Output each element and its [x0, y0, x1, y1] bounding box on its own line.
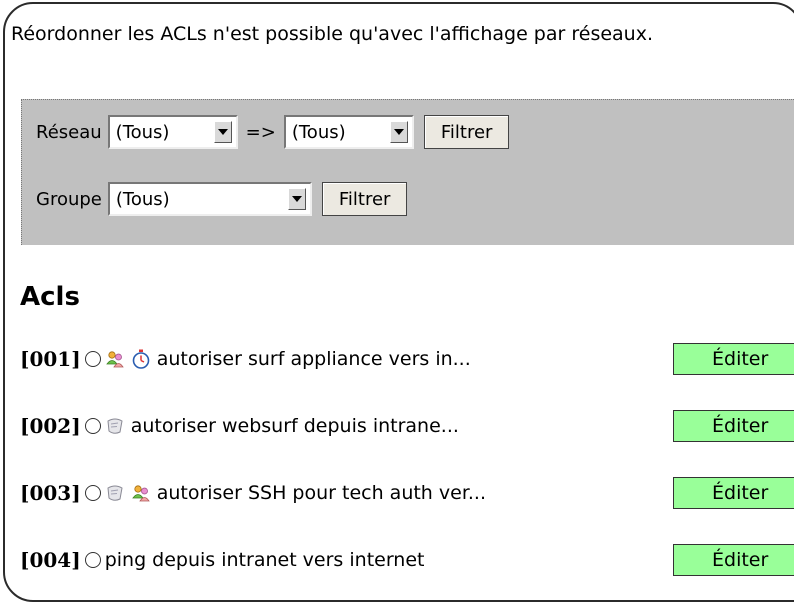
chevron-down-icon[interactable]	[287, 188, 306, 210]
acl-select-radio[interactable]	[84, 418, 101, 434]
reorder-info-text: Réordonner les ACLs n'est possible qu'av…	[11, 23, 654, 45]
clock-icon	[131, 349, 151, 369]
acl-number: [002]	[20, 414, 81, 438]
network-filter-button[interactable]: Filtrer	[423, 115, 510, 149]
arrow-separator: =>	[245, 121, 276, 143]
acl-row: [003] autoriser SSH pour tech auth ver...	[20, 476, 486, 510]
acl-number: [003]	[20, 481, 81, 505]
edit-button[interactable]: Éditer	[673, 477, 794, 509]
acl-select-radio[interactable]	[84, 485, 101, 501]
acl-panel: Réordonner les ACLs n'est possible qu'av…	[3, 2, 794, 602]
acl-select-radio[interactable]	[84, 351, 101, 367]
section-title: Acls	[20, 282, 80, 312]
acl-row: [001] autoriser surf appliance vers in...	[20, 342, 471, 376]
acl-row: [004] ping depuis intranet vers internet	[20, 543, 425, 577]
edit-button[interactable]: Éditer	[673, 410, 794, 442]
acl-number: [001]	[20, 347, 81, 371]
group-filter-button[interactable]: Filtrer	[321, 182, 408, 216]
group-filter-row: Groupe (Tous) Filtrer	[36, 182, 408, 216]
group-label: Groupe	[36, 188, 102, 210]
edit-button[interactable]: Éditer	[673, 343, 794, 375]
network-to-select[interactable]: (Tous)	[283, 115, 414, 149]
acl-name[interactable]: autoriser websurf depuis intrane...	[131, 415, 459, 437]
acl-name[interactable]: autoriser surf appliance vers in...	[157, 348, 471, 370]
acl-name[interactable]: ping depuis intranet vers internet	[105, 549, 425, 571]
acl-number: [004]	[20, 548, 81, 572]
chevron-down-icon[interactable]	[389, 121, 408, 143]
chevron-down-icon[interactable]	[213, 121, 232, 143]
log-icon	[105, 483, 125, 503]
network-from-select[interactable]: (Tous)	[107, 115, 238, 149]
group-select[interactable]: (Tous)	[107, 182, 312, 216]
edit-button[interactable]: Éditer	[673, 544, 794, 576]
users-icon	[105, 349, 125, 369]
log-icon	[105, 416, 125, 436]
users-icon	[131, 483, 151, 503]
network-label: Réseau	[36, 121, 102, 143]
acl-select-radio[interactable]	[84, 552, 101, 568]
acl-name[interactable]: autoriser SSH pour tech auth ver...	[157, 482, 486, 504]
filter-box: Réseau (Tous) => (Tous) Filtrer Groupe (…	[21, 99, 794, 245]
network-filter-row: Réseau (Tous) => (Tous) Filtrer	[36, 115, 510, 149]
acl-row: [002] autoriser websurf depuis intrane...	[20, 409, 459, 443]
